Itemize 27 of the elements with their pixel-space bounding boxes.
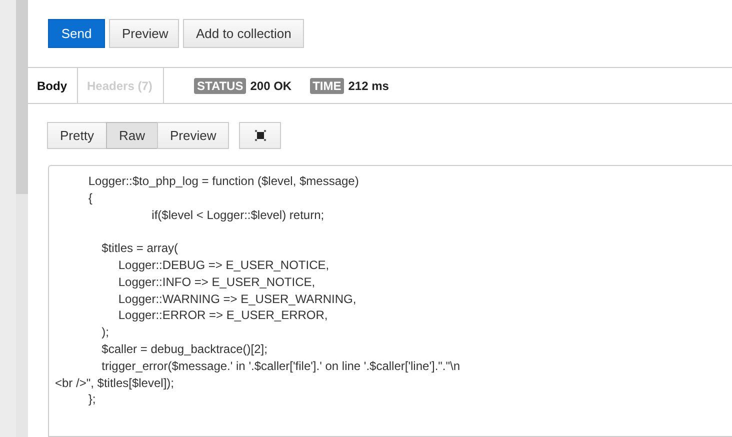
code-line: Logger::INFO => E_USER_NOTICE, <box>117 274 316 291</box>
code-line: Logger::WARNING => E_USER_WARNING, <box>117 290 358 308</box>
action-button[interactable]: Add to collection <box>183 19 304 48</box>
time-badge: TIME <box>310 78 344 94</box>
action-button[interactable]: Preview <box>109 19 179 48</box>
code-line: $caller = debug_backtrace()[2]; <box>100 340 268 358</box>
view-mode-button[interactable]: Preview <box>156 122 230 149</box>
view-mode-button[interactable]: Pretty <box>47 122 107 149</box>
send-button[interactable]: Send <box>48 19 105 48</box>
code-line: { <box>87 190 94 207</box>
view-mode-button[interactable]: Raw <box>106 122 158 149</box>
code-line: <br />", $titles[$level]); <box>55 374 175 392</box>
code-line: Logger::ERROR => E_USER_ERROR, <box>117 307 329 324</box>
time-value: 212 ms <box>348 78 389 92</box>
code-line: trigger_error($message.' in '.$caller['file'].' on line '.$caller['line']."."\n <box>100 358 462 375</box>
scrollbar-thumb[interactable] <box>16 0 28 194</box>
code-line: ); <box>100 324 110 341</box>
fullscreen-button[interactable] <box>239 122 282 149</box>
code-line: if($level < Logger::$level) return; <box>150 206 326 224</box>
code-line: $titles = array( <box>100 240 180 257</box>
status-value: 200 OK <box>250 78 292 92</box>
response-tab[interactable]: Body <box>28 68 78 103</box>
status-badge: STATUS <box>194 78 246 94</box>
code-line: Logger::DEBUG => E_USER_NOTICE, <box>117 256 330 274</box>
code-line: }; <box>87 391 97 408</box>
expand-icon <box>254 130 266 141</box>
code-line: Logger::$to_php_log = function ($level, $message) <box>87 173 360 190</box>
